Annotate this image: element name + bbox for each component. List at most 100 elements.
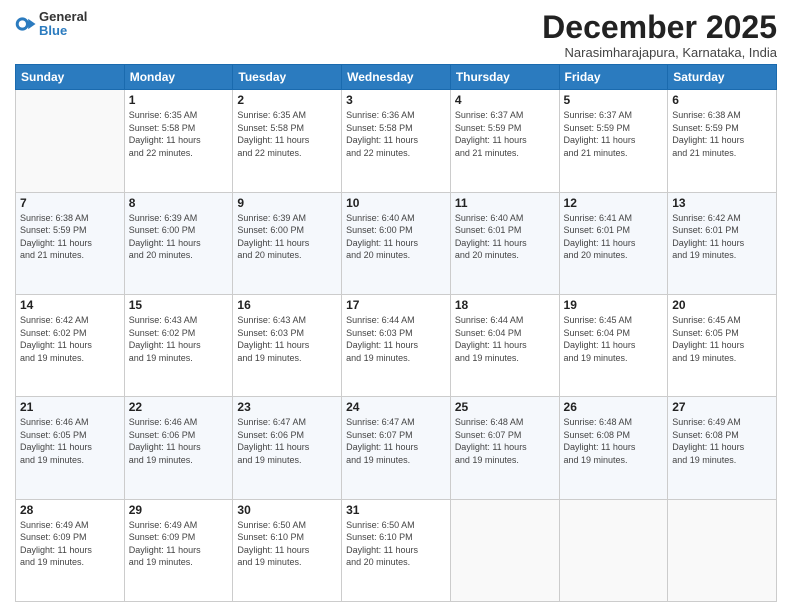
day-number: 12 — [564, 196, 664, 210]
day-number: 24 — [346, 400, 446, 414]
calendar-cell: 24Sunrise: 6:47 AM Sunset: 6:07 PM Dayli… — [342, 397, 451, 499]
calendar-cell: 17 Sunrise: 6:44 AM Sunset: 6:03 PM Dayli… — [342, 294, 451, 396]
calendar-cell: 3Sunrise: 6:36 AM Sunset: 5:58 PM Daylig… — [342, 90, 451, 192]
day-number: 28 — [20, 503, 120, 517]
month-year: December 2025 — [542, 10, 777, 45]
calendar-header-thursday: Thursday — [450, 65, 559, 90]
day-info: Sunrise: 6:49 AM Sunset: 6:08 PM Dayligh… — [672, 416, 772, 466]
logo: General Blue — [15, 10, 87, 39]
day-info: Sunrise: 6:37 AM Sunset: 5:59 PM Dayligh… — [564, 109, 664, 159]
calendar-cell: 2 Sunrise: 6:35 AM Sunset: 5:58 PM Daylig… — [233, 90, 342, 192]
day-info: Sunrise: 6:37 AM Sunset: 5:59 PM Dayligh… — [455, 109, 555, 159]
calendar-cell: 16Sunrise: 6:43 AM Sunset: 6:03 PM Dayli… — [233, 294, 342, 396]
day-number: 20 — [672, 298, 772, 312]
day-info: Sunrise: 6:48 AM Sunset: 6:07 PM Dayligh… — [455, 416, 555, 466]
day-number: 31 — [346, 503, 446, 517]
calendar-week-row: 1 Sunrise: 6:35 AM Sunset: 5:58 PM Daylig… — [16, 90, 777, 192]
day-info: Sunrise: 6:46 AM Sunset: 6:05 PM Dayligh… — [20, 416, 120, 466]
day-info: Sunrise: 6:43 AM Sunset: 6:02 PM Dayligh… — [129, 314, 229, 364]
day-number: 10 — [346, 196, 446, 210]
calendar-header-friday: Friday — [559, 65, 668, 90]
calendar-cell: 26Sunrise: 6:48 AM Sunset: 6:08 PM Dayli… — [559, 397, 668, 499]
title-block: December 2025 Narasimharajapura, Karnata… — [542, 10, 777, 60]
day-info: Sunrise: 6:44 AM Sunset: 6:03 PM Dayligh… — [346, 314, 446, 364]
calendar-cell: 6 Sunrise: 6:38 AM Sunset: 5:59 PM Daylig… — [668, 90, 777, 192]
day-info: Sunrise: 6:48 AM Sunset: 6:08 PM Dayligh… — [564, 416, 664, 466]
day-info: Sunrise: 6:38 AM Sunset: 5:59 PM Dayligh… — [672, 109, 772, 159]
calendar-cell: 28 Sunrise: 6:49 AM Sunset: 6:09 PM Dayli… — [16, 499, 125, 601]
calendar-week-row: 28 Sunrise: 6:49 AM Sunset: 6:09 PM Dayli… — [16, 499, 777, 601]
day-info: Sunrise: 6:45 AM Sunset: 6:05 PM Dayligh… — [672, 314, 772, 364]
day-info: Sunrise: 6:41 AM Sunset: 6:01 PM Dayligh… — [564, 212, 664, 262]
calendar-header-tuesday: Tuesday — [233, 65, 342, 90]
day-number: 17 — [346, 298, 446, 312]
logo-icon — [15, 13, 37, 35]
calendar-cell: 29 Sunrise: 6:49 AM Sunset: 6:09 PM Dayli… — [124, 499, 233, 601]
day-number: 14 — [20, 298, 120, 312]
day-number: 27 — [672, 400, 772, 414]
day-info: Sunrise: 6:43 AM Sunset: 6:03 PM Dayligh… — [237, 314, 337, 364]
day-info: Sunrise: 6:39 AM Sunset: 6:00 PM Dayligh… — [129, 212, 229, 262]
day-info: Sunrise: 6:38 AM Sunset: 5:59 PM Dayligh… — [20, 212, 120, 262]
day-info: Sunrise: 6:35 AM Sunset: 5:58 PM Dayligh… — [237, 109, 337, 159]
day-info: Sunrise: 6:49 AM Sunset: 6:09 PM Dayligh… — [20, 519, 120, 569]
page: General Blue December 2025 Narasimharaja… — [0, 0, 792, 612]
day-number: 22 — [129, 400, 229, 414]
header: General Blue December 2025 Narasimharaja… — [15, 10, 777, 60]
day-number: 5 — [564, 93, 664, 107]
calendar-cell: 9 Sunrise: 6:39 AM Sunset: 6:00 PM Daylig… — [233, 192, 342, 294]
day-info: Sunrise: 6:47 AM Sunset: 6:06 PM Dayligh… — [237, 416, 337, 466]
day-number: 1 — [129, 93, 229, 107]
calendar-cell: 22 Sunrise: 6:46 AM Sunset: 6:06 PM Dayli… — [124, 397, 233, 499]
calendar-cell: 10 Sunrise: 6:40 AM Sunset: 6:00 PM Dayli… — [342, 192, 451, 294]
day-number: 30 — [237, 503, 337, 517]
day-number: 25 — [455, 400, 555, 414]
day-info: Sunrise: 6:46 AM Sunset: 6:06 PM Dayligh… — [129, 416, 229, 466]
calendar-header-wednesday: Wednesday — [342, 65, 451, 90]
calendar-cell — [16, 90, 125, 192]
day-number: 4 — [455, 93, 555, 107]
calendar-week-row: 21 Sunrise: 6:46 AM Sunset: 6:05 PM Dayli… — [16, 397, 777, 499]
day-number: 13 — [672, 196, 772, 210]
calendar-cell: 15 Sunrise: 6:43 AM Sunset: 6:02 PM Dayli… — [124, 294, 233, 396]
day-info: Sunrise: 6:50 AM Sunset: 6:10 PM Dayligh… — [237, 519, 337, 569]
day-number: 9 — [237, 196, 337, 210]
day-info: Sunrise: 6:40 AM Sunset: 6:01 PM Dayligh… — [455, 212, 555, 262]
location: Narasimharajapura, Karnataka, India — [542, 45, 777, 60]
calendar-cell: 12 Sunrise: 6:41 AM Sunset: 6:01 PM Dayli… — [559, 192, 668, 294]
calendar-cell: 23 Sunrise: 6:47 AM Sunset: 6:06 PM Dayli… — [233, 397, 342, 499]
calendar-cell: 30 Sunrise: 6:50 AM Sunset: 6:10 PM Dayli… — [233, 499, 342, 601]
day-info: Sunrise: 6:42 AM Sunset: 6:02 PM Dayligh… — [20, 314, 120, 364]
calendar-cell: 20 Sunrise: 6:45 AM Sunset: 6:05 PM Dayli… — [668, 294, 777, 396]
calendar-table: SundayMondayTuesdayWednesdayThursdayFrid… — [15, 64, 777, 602]
day-number: 2 — [237, 93, 337, 107]
day-number: 15 — [129, 298, 229, 312]
day-info: Sunrise: 6:50 AM Sunset: 6:10 PM Dayligh… — [346, 519, 446, 569]
calendar-cell: 31 Sunrise: 6:50 AM Sunset: 6:10 PM Dayli… — [342, 499, 451, 601]
day-number: 29 — [129, 503, 229, 517]
calendar-week-row: 7 Sunrise: 6:38 AM Sunset: 5:59 PM Daylig… — [16, 192, 777, 294]
day-number: 23 — [237, 400, 337, 414]
calendar-cell: 5 Sunrise: 6:37 AM Sunset: 5:59 PM Daylig… — [559, 90, 668, 192]
day-number: 11 — [455, 196, 555, 210]
day-info: Sunrise: 6:40 AM Sunset: 6:00 PM Dayligh… — [346, 212, 446, 262]
calendar-week-row: 14 Sunrise: 6:42 AM Sunset: 6:02 PM Dayli… — [16, 294, 777, 396]
calendar-header-sunday: Sunday — [16, 65, 125, 90]
day-info: Sunrise: 6:49 AM Sunset: 6:09 PM Dayligh… — [129, 519, 229, 569]
calendar-cell: 1 Sunrise: 6:35 AM Sunset: 5:58 PM Daylig… — [124, 90, 233, 192]
calendar-cell: 7 Sunrise: 6:38 AM Sunset: 5:59 PM Daylig… — [16, 192, 125, 294]
logo-line2: Blue — [39, 24, 87, 38]
calendar-cell: 18Sunrise: 6:44 AM Sunset: 6:04 PM Dayli… — [450, 294, 559, 396]
day-number: 7 — [20, 196, 120, 210]
day-number: 21 — [20, 400, 120, 414]
day-info: Sunrise: 6:35 AM Sunset: 5:58 PM Dayligh… — [129, 109, 229, 159]
calendar-cell: 13Sunrise: 6:42 AM Sunset: 6:01 PM Dayli… — [668, 192, 777, 294]
calendar-header-saturday: Saturday — [668, 65, 777, 90]
calendar-cell: 4 Sunrise: 6:37 AM Sunset: 5:59 PM Daylig… — [450, 90, 559, 192]
day-info: Sunrise: 6:39 AM Sunset: 6:00 PM Dayligh… — [237, 212, 337, 262]
day-number: 8 — [129, 196, 229, 210]
day-number: 19 — [564, 298, 664, 312]
logo-text: General Blue — [39, 10, 87, 39]
calendar-cell — [450, 499, 559, 601]
day-number: 6 — [672, 93, 772, 107]
